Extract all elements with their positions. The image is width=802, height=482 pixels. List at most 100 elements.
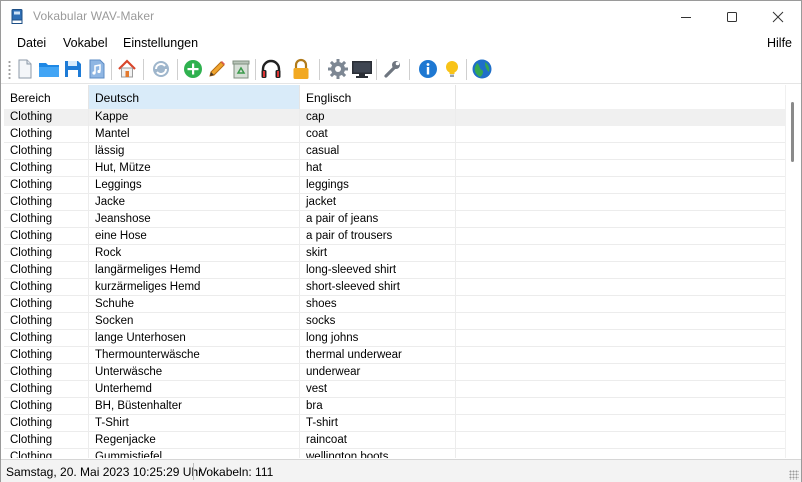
table-row[interactable]: Clothing Mantel coat <box>4 126 785 143</box>
cell-englisch[interactable]: casual <box>300 143 456 160</box>
tools-button[interactable] <box>381 58 403 80</box>
table-row[interactable]: Clothing Leggings leggings <box>4 177 785 194</box>
cell-deutsch[interactable]: lange Unterhosen <box>89 330 300 347</box>
resize-grip[interactable] <box>789 470 799 480</box>
table-row[interactable]: Clothing Jeanshose a pair of jeans <box>4 211 785 228</box>
cell-englisch[interactable]: wellington boots <box>300 449 456 458</box>
cell-deutsch[interactable]: Gummistiefel <box>89 449 300 458</box>
cell-englisch[interactable]: raincoat <box>300 432 456 449</box>
cell-deutsch[interactable]: Unterwäsche <box>89 364 300 381</box>
cell-deutsch[interactable]: T-Shirt <box>89 415 300 432</box>
cell-deutsch[interactable]: Socken <box>89 313 300 330</box>
cell-bereich[interactable]: Clothing <box>4 194 89 211</box>
cell-englisch[interactable]: socks <box>300 313 456 330</box>
info-button[interactable] <box>417 58 439 80</box>
table-row[interactable]: Clothing Thermounterwäsche thermal underwe… <box>4 347 785 364</box>
cell-bereich[interactable]: Clothing <box>4 415 89 432</box>
settings-button[interactable] <box>327 58 349 80</box>
add-button[interactable] <box>182 58 204 80</box>
scrollbar-thumb[interactable] <box>791 102 794 162</box>
cell-deutsch[interactable]: Regenjacke <box>89 432 300 449</box>
table-row[interactable]: Clothing T-Shirt T-shirt <box>4 415 785 432</box>
toolbar-grip[interactable] <box>8 60 11 80</box>
refresh-button[interactable] <box>150 58 172 80</box>
table-row[interactable]: Clothing Rock skirt <box>4 245 785 262</box>
cell-bereich[interactable]: Clothing <box>4 381 89 398</box>
cell-deutsch[interactable]: BH, Büstenhalter <box>89 398 300 415</box>
open-folder-button[interactable] <box>38 58 60 80</box>
menu-hilfe[interactable]: Hilfe <box>767 36 792 50</box>
close-button[interactable] <box>755 1 801 32</box>
minimize-button[interactable] <box>663 1 709 32</box>
cell-deutsch[interactable]: Leggings <box>89 177 300 194</box>
table-row[interactable]: Clothing lange Unterhosen long johns <box>4 330 785 347</box>
audio-file-button[interactable] <box>86 58 108 80</box>
save-button[interactable] <box>62 58 84 80</box>
cell-englisch[interactable]: underwear <box>300 364 456 381</box>
cell-bereich[interactable]: Clothing <box>4 347 89 364</box>
cell-bereich[interactable]: Clothing <box>4 160 89 177</box>
cell-deutsch[interactable]: eine Hose <box>89 228 300 245</box>
cell-englisch[interactable]: leggings <box>300 177 456 194</box>
vertical-scrollbar[interactable] <box>785 85 800 458</box>
cell-deutsch[interactable]: Jeanshose <box>89 211 300 228</box>
table-row[interactable]: Clothing Kappe cap <box>4 109 785 126</box>
column-header-deutsch[interactable]: Deutsch <box>89 85 300 109</box>
title-bar[interactable]: Vokabular WAV-Maker <box>1 1 801 32</box>
menu-einstellungen[interactable]: Einstellungen <box>123 36 198 50</box>
cell-englisch[interactable]: skirt <box>300 245 456 262</box>
cell-bereich[interactable]: Clothing <box>4 449 89 458</box>
headphones-button[interactable] <box>260 58 282 80</box>
column-header-englisch[interactable]: Englisch <box>300 85 456 109</box>
cell-englisch[interactable]: jacket <box>300 194 456 211</box>
cell-englisch[interactable]: long-sleeved shirt <box>300 262 456 279</box>
maximize-button[interactable] <box>709 1 755 32</box>
cell-bereich[interactable]: Clothing <box>4 432 89 449</box>
home-button[interactable] <box>116 58 138 80</box>
cell-deutsch[interactable]: Rock <box>89 245 300 262</box>
table-row[interactable]: Clothing Unterhemd vest <box>4 381 785 398</box>
cell-deutsch[interactable]: Kappe <box>89 109 300 126</box>
menu-datei[interactable]: Datei <box>17 36 46 50</box>
cell-bereich[interactable]: Clothing <box>4 313 89 330</box>
cell-deutsch[interactable]: Jacke <box>89 194 300 211</box>
cell-deutsch[interactable]: kurzärmeliges Hemd <box>89 279 300 296</box>
lock-button[interactable] <box>290 58 312 80</box>
cell-bereich[interactable]: Clothing <box>4 262 89 279</box>
cell-bereich[interactable]: Clothing <box>4 211 89 228</box>
cell-englisch[interactable]: a pair of trousers <box>300 228 456 245</box>
cell-englisch[interactable]: short-sleeved shirt <box>300 279 456 296</box>
table-row[interactable]: Clothing Gummistiefel wellington boots <box>4 449 785 458</box>
table-row[interactable]: Clothing Schuhe shoes <box>4 296 785 313</box>
cell-englisch[interactable]: bra <box>300 398 456 415</box>
cell-bereich[interactable]: Clothing <box>4 245 89 262</box>
monitor-button[interactable] <box>351 58 373 80</box>
table-row[interactable]: Clothing Hut, Mütze hat <box>4 160 785 177</box>
cell-englisch[interactable]: shoes <box>300 296 456 313</box>
cell-deutsch[interactable]: Mantel <box>89 126 300 143</box>
table-row[interactable]: Clothing Socken socks <box>4 313 785 330</box>
table-row[interactable]: Clothing Unterwäsche underwear <box>4 364 785 381</box>
table-row[interactable]: Clothing BH, Büstenhalter bra <box>4 398 785 415</box>
cell-bereich[interactable]: Clothing <box>4 109 89 126</box>
cell-bereich[interactable]: Clothing <box>4 330 89 347</box>
web-button[interactable] <box>471 58 493 80</box>
cell-deutsch[interactable]: Hut, Mütze <box>89 160 300 177</box>
cell-bereich[interactable]: Clothing <box>4 398 89 415</box>
table-row[interactable]: Clothing lässig casual <box>4 143 785 160</box>
cell-englisch[interactable]: thermal underwear <box>300 347 456 364</box>
recycle-button[interactable] <box>230 58 252 80</box>
cell-bereich[interactable]: Clothing <box>4 279 89 296</box>
cell-englisch[interactable]: a pair of jeans <box>300 211 456 228</box>
edit-button[interactable] <box>206 58 228 80</box>
table-row[interactable]: Clothing langärmeliges Hemd long-sleeved s… <box>4 262 785 279</box>
cell-englisch[interactable]: coat <box>300 126 456 143</box>
new-file-button[interactable] <box>14 58 36 80</box>
cell-englisch[interactable]: hat <box>300 160 456 177</box>
cell-deutsch[interactable]: Schuhe <box>89 296 300 313</box>
cell-bereich[interactable]: Clothing <box>4 296 89 313</box>
cell-bereich[interactable]: Clothing <box>4 364 89 381</box>
table-row[interactable]: Clothing Regenjacke raincoat <box>4 432 785 449</box>
tips-button[interactable] <box>441 58 463 80</box>
cell-deutsch[interactable]: Thermounterwäsche <box>89 347 300 364</box>
